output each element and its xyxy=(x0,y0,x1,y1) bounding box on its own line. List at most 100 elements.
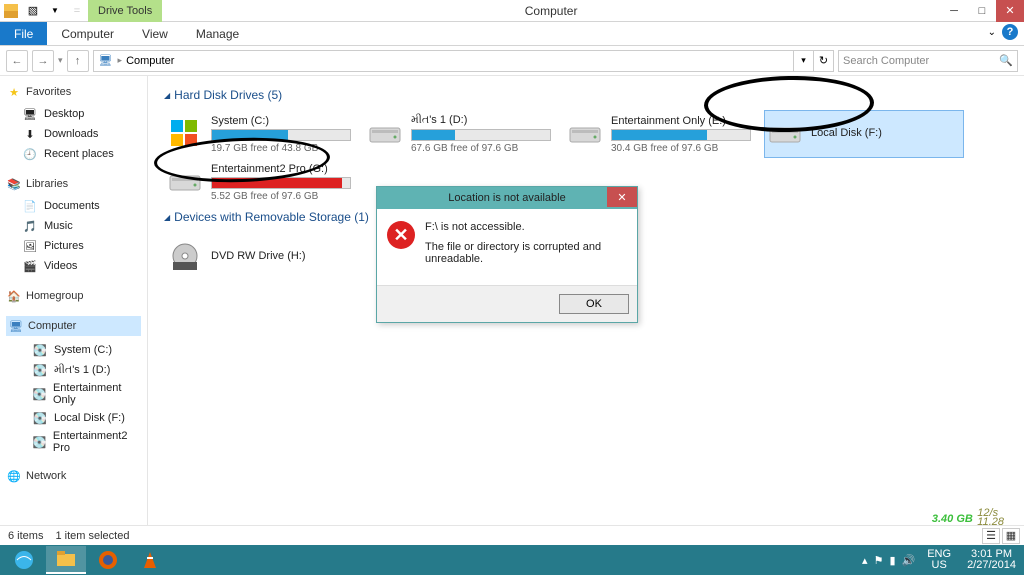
status-bar: 6 items 1 item selected 3.40 GB 12/s11.2… xyxy=(0,525,1024,545)
drive-item-2[interactable]: Entertainment Only (E:) 30.4 GB free of … xyxy=(564,110,764,158)
pictures-icon: 🖼 xyxy=(22,238,38,254)
breadcrumb-dropdown-icon[interactable]: ▾ xyxy=(793,51,813,71)
sidebar-homegroup-header[interactable]: 🏠Homegroup xyxy=(6,288,141,304)
sidebar-item-drive-g[interactable]: 💽Entertainment2 Pro xyxy=(6,428,141,456)
dialog-body: ✕ F:\ is not accessible. The file or dir… xyxy=(377,209,637,285)
tray-volume-icon[interactable]: 🔊 xyxy=(902,554,916,567)
nav-forward-button[interactable]: → xyxy=(32,50,54,72)
sidebar-item-pictures[interactable]: 🖼Pictures xyxy=(6,236,141,256)
netmeter-value: 3.40 GB xyxy=(932,513,973,525)
sidebar-item-drive-e[interactable]: 💽Entertainment Only xyxy=(6,380,141,408)
tray-flag-icon[interactable]: ⚑ xyxy=(874,554,884,567)
homegroup-icon: 🏠 xyxy=(6,288,22,304)
tray-lang2: US xyxy=(932,559,947,571)
drive-usage-bar xyxy=(611,129,751,141)
dialog-message-2: The file or directory is corrupted and u… xyxy=(425,241,627,265)
sidebar-item-drive-c[interactable]: 💽 System (C:) xyxy=(6,340,141,360)
tab-computer[interactable]: Computer xyxy=(47,22,128,45)
breadcrumb[interactable]: 🖥 ▸ Computer ▾ ↻ xyxy=(93,50,834,72)
sidebar-item-music[interactable]: 🎵Music xyxy=(6,216,141,236)
qat-dropdown-icon[interactable]: ▼ xyxy=(44,0,66,22)
nav-back-button[interactable]: ← xyxy=(6,50,28,72)
tab-file[interactable]: File xyxy=(0,22,47,45)
dialog-close-button[interactable]: ✕ xyxy=(607,187,637,207)
contextual-tab-drive-tools: Drive Tools xyxy=(88,0,162,22)
tray-network-icon[interactable]: ▮ xyxy=(889,554,895,567)
sidebar-network-header[interactable]: 🌐Network xyxy=(6,468,141,484)
sidebar-item-label: મીત's 1 (D:) xyxy=(54,364,110,377)
app-icon xyxy=(0,0,22,22)
sidebar-item-desktop[interactable]: 🖥Desktop xyxy=(6,104,141,124)
taskbar-ie[interactable] xyxy=(4,546,44,574)
sidebar-item-drive-d[interactable]: 💽મીત's 1 (D:) xyxy=(6,360,141,380)
disk-icon: 💽 xyxy=(32,386,47,402)
tab-manage[interactable]: Manage xyxy=(182,22,253,45)
breadcrumb-refresh-icon[interactable]: ↻ xyxy=(813,51,833,71)
sidebar-item-videos[interactable]: 🎬Videos xyxy=(6,256,141,276)
sidebar-item-recent[interactable]: 🕘Recent places xyxy=(6,144,141,164)
drive-item-0[interactable]: System (C:) 19.7 GB free of 43.8 GB xyxy=(164,110,364,158)
sidebar-network-label: Network xyxy=(26,470,66,482)
drive-usage-bar xyxy=(211,129,351,141)
tray-show-hidden-icon[interactable]: ▴ xyxy=(862,554,868,567)
sidebar-computer-header[interactable]: 🖥Computer xyxy=(6,316,141,336)
nav-up-button[interactable]: ↑ xyxy=(67,50,89,72)
taskbar: ▴ ⚑ ▮ 🔊 ENGUS 3:01 PM2/27/2014 xyxy=(0,545,1024,575)
tray-language[interactable]: ENGUS xyxy=(923,549,955,571)
section-hdd-header[interactable]: Hard Disk Drives (5) xyxy=(164,88,1008,102)
desktop-icon: 🖥 xyxy=(22,106,38,122)
qat-properties-icon[interactable]: ▧ xyxy=(22,0,44,22)
system-tray: ▴ ⚑ ▮ 🔊 ENGUS 3:01 PM2/27/2014 xyxy=(862,549,1024,571)
tray-clock[interactable]: 3:01 PM2/27/2014 xyxy=(963,549,1020,571)
sidebar-item-label: Local Disk (F:) xyxy=(54,412,125,424)
sidebar-favorites-header[interactable]: ★Favorites xyxy=(6,84,141,100)
tab-view[interactable]: View xyxy=(128,22,182,45)
disk-icon: 💽 xyxy=(32,410,48,426)
qat-separator: = xyxy=(66,0,88,22)
drive-item-1[interactable]: મીત's 1 (D:) 67.6 GB free of 97.6 GB xyxy=(364,110,564,158)
search-input[interactable]: Search Computer 🔍 xyxy=(838,50,1018,72)
libraries-icon: 📚 xyxy=(6,176,22,192)
recent-icon: 🕘 xyxy=(22,146,38,162)
drive-name: DVD RW Drive (H:) xyxy=(211,250,361,262)
downloads-icon: ⬇ xyxy=(22,126,38,142)
sidebar-item-label: Videos xyxy=(44,260,77,272)
star-icon: ★ xyxy=(6,84,22,100)
tray-date: 2/27/2014 xyxy=(967,559,1016,571)
disk-icon: 💽 xyxy=(32,342,48,358)
minimize-button[interactable]: ─ xyxy=(940,0,968,22)
nav-history-dropdown[interactable]: ▾ xyxy=(58,55,63,66)
quick-access-toolbar: ▧ ▼ = xyxy=(0,0,88,22)
sidebar-libraries-header[interactable]: 📚Libraries xyxy=(6,176,141,192)
taskbar-vlc[interactable] xyxy=(130,546,170,574)
drive-name: Entertainment Only (E:) xyxy=(611,115,761,127)
ribbon-expand-icon[interactable]: ⌄ xyxy=(988,27,996,38)
sidebar-item-documents[interactable]: 📄Documents xyxy=(6,196,141,216)
drive-free-text: 67.6 GB free of 97.6 GB xyxy=(411,143,561,154)
help-icon[interactable]: ? xyxy=(1002,24,1018,40)
error-icon: ✕ xyxy=(387,221,415,249)
view-details-button[interactable]: ☰ xyxy=(982,528,1000,544)
taskbar-firefox[interactable] xyxy=(88,546,128,574)
sidebar-item-downloads[interactable]: ⬇ Downloads xyxy=(6,124,141,144)
ribbon: File Computer View Manage ⌄ ? xyxy=(0,22,1024,46)
close-button[interactable]: ✕ xyxy=(996,0,1024,22)
disk-icon xyxy=(767,116,803,152)
sidebar-item-label: System (C:) xyxy=(54,344,112,356)
drive-item-3[interactable]: Local Disk (F:) xyxy=(764,110,964,158)
removable-item-0[interactable]: DVD RW Drive (H:) xyxy=(164,232,364,280)
maximize-button[interactable]: □ xyxy=(968,0,996,22)
dialog-ok-button[interactable]: OK xyxy=(559,294,629,314)
music-icon: 🎵 xyxy=(22,218,38,234)
drive-usage-bar xyxy=(411,129,551,141)
drive-item-4[interactable]: Entertainment2 Pro (G:) 5.52 GB free of … xyxy=(164,158,364,206)
dialog-titlebar[interactable]: Location is not available ✕ xyxy=(377,187,637,209)
sidebar-item-label: Downloads xyxy=(44,128,98,140)
netmeter-overlay: 3.40 GB 12/s11.28 xyxy=(932,509,1004,527)
disk-icon: 💽 xyxy=(32,434,47,450)
breadcrumb-sep-icon: ▸ xyxy=(118,55,123,66)
sidebar-item-drive-f[interactable]: 💽 Local Disk (F:) xyxy=(6,408,141,428)
view-tiles-button[interactable]: ▦ xyxy=(1002,528,1020,544)
taskbar-explorer[interactable] xyxy=(46,546,86,574)
dialog-title: Location is not available xyxy=(448,192,565,204)
